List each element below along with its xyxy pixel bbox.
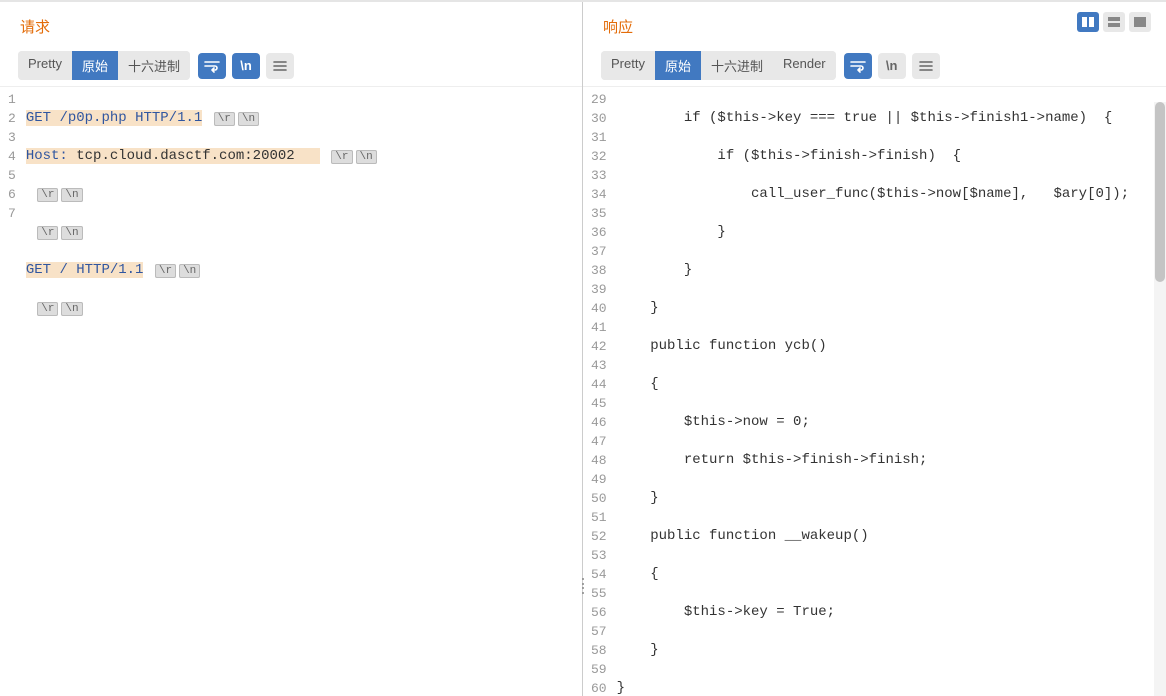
- code-line: if ($this->finish->finish) {: [617, 147, 1162, 166]
- layout-split-vertical[interactable]: [1103, 12, 1125, 32]
- wrap-icon: [850, 59, 866, 73]
- newline-toggle-button[interactable]: \n: [232, 53, 260, 79]
- code-line: if ($this->key === true || $this->finish…: [617, 109, 1162, 128]
- http-version: HTTP/1.1: [135, 110, 202, 126]
- response-panel: 响应 Pretty 原始 十六进制 Render \n: [583, 2, 1166, 696]
- newline-icon: \n: [240, 58, 252, 73]
- single-pane-icon: [1133, 16, 1147, 28]
- code-line: }: [617, 489, 1162, 508]
- host-header-name: Host:: [26, 148, 68, 164]
- response-toolbar: Pretty 原始 十六进制 Render \n: [583, 51, 1166, 80]
- http-path: /p0p.php: [59, 110, 126, 126]
- code-line: return $this->finish->finish;: [617, 451, 1162, 470]
- request-code[interactable]: GET /p0p.php HTTP/1.1 \r\n Host: tcp.clo…: [22, 87, 582, 696]
- http-method: GET: [26, 262, 51, 278]
- wrap-toggle-button[interactable]: [844, 53, 872, 79]
- wrap-toggle-button[interactable]: [198, 53, 226, 79]
- layout-toggle-group: [1077, 12, 1151, 32]
- response-tabs: Pretty 原始 十六进制 Render: [601, 51, 836, 80]
- response-editor[interactable]: 2930313233343536373839404142434445464748…: [583, 86, 1166, 696]
- tab-pretty[interactable]: Pretty: [601, 51, 655, 80]
- code-line: public function __wakeup(): [617, 527, 1162, 546]
- tab-pretty[interactable]: Pretty: [18, 51, 72, 80]
- menu-icon: [919, 60, 933, 72]
- split-vertical-icon: [1107, 16, 1121, 28]
- tab-hex[interactable]: 十六进制: [118, 51, 190, 80]
- tab-raw[interactable]: 原始: [72, 51, 118, 80]
- code-line: $this->key = True;: [617, 603, 1162, 622]
- code-line: public function ycb(): [617, 337, 1162, 356]
- menu-button[interactable]: [266, 53, 294, 79]
- response-scrollbar[interactable]: [1154, 102, 1166, 696]
- host-header-value: tcp.cloud.dasctf.com:20002: [76, 148, 294, 164]
- tab-hex[interactable]: 十六进制: [701, 51, 773, 80]
- code-line: }: [617, 679, 1162, 696]
- code-line: $this->now = 0;: [617, 413, 1162, 432]
- code-line: {: [617, 565, 1162, 584]
- code-line: {: [617, 375, 1162, 394]
- layout-single[interactable]: [1129, 12, 1151, 32]
- code-line: call_user_func($this->now[$name], $ary[0…: [617, 185, 1162, 204]
- cr-char: \r: [214, 112, 235, 126]
- newline-icon: \n: [886, 58, 898, 73]
- scroll-thumb[interactable]: [1155, 102, 1165, 282]
- split-horizontal-icon: [1081, 16, 1095, 28]
- code-line: }: [617, 299, 1162, 318]
- response-code[interactable]: if ($this->key === true || $this->finish…: [613, 87, 1166, 696]
- request-editor[interactable]: 1234567 GET /p0p.php HTTP/1.1 \r\n Host:…: [0, 86, 582, 696]
- layout-split-horizontal[interactable]: [1077, 12, 1099, 32]
- newline-toggle-button[interactable]: \n: [878, 53, 906, 79]
- wrap-icon: [204, 59, 220, 73]
- app-root: 请求 Pretty 原始 十六进制 \n: [0, 0, 1166, 696]
- http-method: GET: [26, 110, 51, 126]
- request-title: 请求: [0, 2, 582, 51]
- request-tabs: Pretty 原始 十六进制: [18, 51, 190, 80]
- menu-icon: [273, 60, 287, 72]
- response-gutter: 2930313233343536373839404142434445464748…: [583, 87, 613, 696]
- panel-resize-handle[interactable]: [579, 578, 587, 594]
- tab-render[interactable]: Render: [773, 51, 836, 80]
- code-line: }: [617, 261, 1162, 280]
- code-line: }: [617, 223, 1162, 242]
- nl-char: \n: [238, 112, 259, 126]
- request-gutter: 1234567: [0, 87, 22, 696]
- request-toolbar: Pretty 原始 十六进制 \n: [0, 51, 582, 80]
- request-panel: 请求 Pretty 原始 十六进制 \n: [0, 2, 583, 696]
- tab-raw[interactable]: 原始: [655, 51, 701, 80]
- menu-button[interactable]: [912, 53, 940, 79]
- code-line: }: [617, 641, 1162, 660]
